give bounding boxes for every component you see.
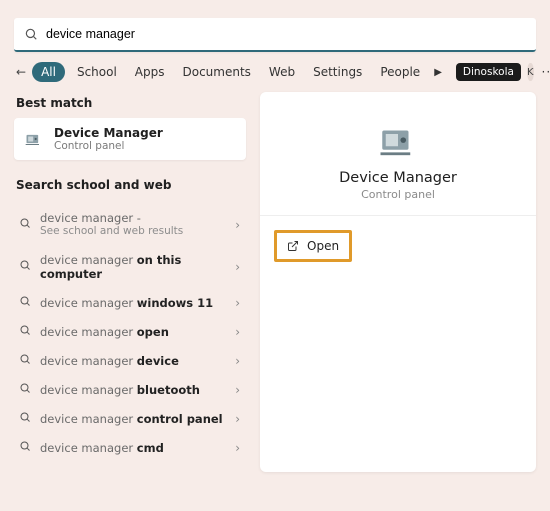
search-icon — [18, 382, 32, 397]
chevron-right-icon: › — [235, 296, 240, 310]
device-manager-icon — [377, 120, 419, 162]
chevron-right-icon: › — [235, 441, 240, 455]
search-result-row[interactable]: device manager open › — [14, 317, 246, 346]
section-search-web: Search school and web — [14, 174, 246, 200]
detail-title: Device Manager — [339, 170, 457, 186]
result-text: device manager device — [40, 354, 227, 368]
filter-web[interactable]: Web — [263, 62, 301, 82]
search-icon — [18, 411, 32, 426]
search-result-row[interactable]: device manager control panel › — [14, 404, 246, 433]
result-text: device manager windows 11 — [40, 296, 227, 310]
filter-all[interactable]: All — [32, 62, 65, 82]
search-icon — [18, 353, 32, 368]
search-icon — [18, 259, 32, 274]
filter-school[interactable]: School — [71, 62, 123, 82]
search-result-row[interactable]: device manager cmd › — [14, 433, 246, 462]
open-button[interactable]: Open — [274, 230, 352, 262]
chevron-right-icon: › — [235, 383, 240, 397]
search-result-row[interactable]: device manager device › — [14, 346, 246, 375]
best-match-title: Device Manager — [54, 126, 163, 140]
detail-subtitle: Control panel — [361, 188, 435, 201]
chevron-right-icon: › — [235, 218, 240, 232]
device-manager-icon — [24, 129, 44, 149]
search-result-row[interactable]: device manager windows 11 › — [14, 288, 246, 317]
search-icon — [24, 27, 38, 41]
results-list: device manager - See school and web resu… — [14, 204, 246, 462]
chevron-right-icon: › — [235, 325, 240, 339]
chevron-right-icon: › — [235, 412, 240, 426]
open-button-label: Open — [307, 239, 339, 253]
search-input[interactable] — [46, 27, 526, 41]
detail-pane: Device Manager Control panel Open — [260, 92, 536, 472]
result-text: device manager bluetooth — [40, 383, 227, 397]
result-text: device manager open — [40, 325, 227, 339]
avatar[interactable]: K — [527, 63, 534, 81]
best-match-card[interactable]: Device Manager Control panel — [14, 118, 246, 160]
overflow-menu-icon[interactable]: ··· — [540, 65, 550, 79]
result-text: device manager cmd — [40, 441, 227, 455]
search-result-row[interactable]: device manager - See school and web resu… — [14, 204, 246, 246]
open-external-icon — [287, 240, 299, 252]
chevron-right-icon: › — [235, 260, 240, 274]
filter-settings[interactable]: Settings — [307, 62, 368, 82]
result-text: device manager control panel — [40, 412, 227, 426]
chevron-right-icon: › — [235, 354, 240, 368]
section-best-match: Best match — [14, 92, 246, 118]
search-icon — [18, 295, 32, 310]
back-arrow-icon[interactable]: ← — [16, 65, 26, 79]
result-text: device manager - See school and web resu… — [40, 211, 227, 239]
more-filters-icon[interactable]: ▶ — [432, 67, 444, 78]
search-icon — [18, 440, 32, 455]
search-icon — [18, 217, 32, 232]
filter-documents[interactable]: Documents — [177, 62, 257, 82]
account-badge[interactable]: Dinoskola — [456, 63, 521, 81]
search-icon — [18, 324, 32, 339]
search-result-row[interactable]: device manager on this computer › — [14, 246, 246, 289]
search-result-row[interactable]: device manager bluetooth › — [14, 375, 246, 404]
search-bar[interactable] — [14, 18, 536, 52]
filter-row: ← All School Apps Documents Web Settings… — [14, 52, 536, 92]
filter-people[interactable]: People — [374, 62, 426, 82]
best-match-subtitle: Control panel — [54, 140, 163, 152]
result-text: device manager on this computer — [40, 253, 227, 282]
filter-apps[interactable]: Apps — [129, 62, 171, 82]
